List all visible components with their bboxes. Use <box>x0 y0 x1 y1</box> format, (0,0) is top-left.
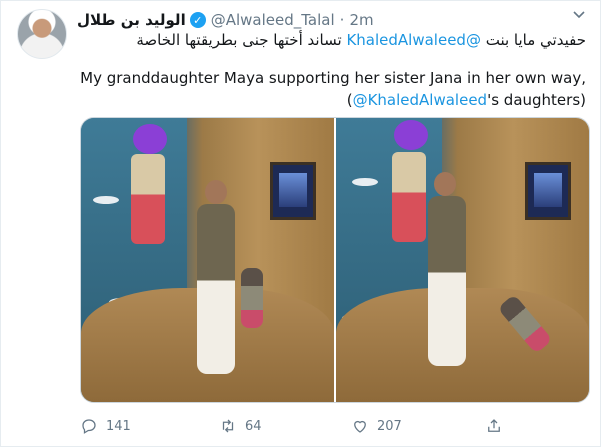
fish-shape <box>93 196 119 204</box>
english-text-rest: 's daughters) <box>487 91 586 109</box>
girl-figure <box>392 152 426 242</box>
man-head <box>434 172 456 196</box>
wall-screen <box>525 162 571 220</box>
man-head <box>205 180 227 204</box>
user-handle[interactable]: @Alwaleed_Talal <box>211 11 335 29</box>
girl-purple-hair <box>133 124 167 154</box>
fish-shape <box>352 178 378 186</box>
timestamp[interactable]: 2m <box>349 11 373 29</box>
tweet-text-english-line1: My granddaughter Maya supporting her sis… <box>80 69 586 87</box>
reply-count: 141 <box>106 418 131 434</box>
tweet-header: الوليد بن طلال ✓ @Alwaleed_Talal · 2m <box>77 10 374 30</box>
man-figure <box>197 204 235 374</box>
girl-figure <box>131 154 165 244</box>
child-figure <box>241 268 263 328</box>
retweet-icon <box>222 419 234 433</box>
tweet-text-arabic: حفيدتي مايا بنت @KhaledAlwaleed تساند أخ… <box>136 31 586 49</box>
retweet-button[interactable]: 64 <box>219 417 262 435</box>
display-name[interactable]: الوليد بن طلال <box>77 11 186 29</box>
tweet-card[interactable]: الوليد بن طلال ✓ @Alwaleed_Talal · 2m حف… <box>0 0 601 447</box>
share-icon <box>488 419 500 432</box>
tweet-text-english-line2: (@KhaledAlwaleed's daughters) <box>347 91 586 109</box>
reply-icon <box>82 419 96 434</box>
verified-badge-icon: ✓ <box>189 12 206 28</box>
photo-2[interactable] <box>336 118 589 402</box>
mention-link[interactable]: @KhaledAlwaleed <box>353 91 488 109</box>
separator-dot: · <box>339 11 345 29</box>
mention-link[interactable]: @KhaledAlwaleed <box>346 31 481 49</box>
heart-icon <box>354 420 366 433</box>
retweet-count: 64 <box>245 418 262 434</box>
avatar[interactable] <box>17 9 67 59</box>
share-button[interactable] <box>485 417 511 435</box>
like-count: 207 <box>377 418 402 434</box>
arabic-text-before: حفيدتي مايا بنت <box>480 31 586 49</box>
wall-screen <box>270 162 316 220</box>
girl-purple-hair <box>394 120 428 150</box>
chevron-down-icon[interactable] <box>572 9 586 24</box>
arabic-text-after: تساند أختها جنى بطريقتها الخاصة <box>136 31 347 49</box>
tweet-actions: 141 64 207 <box>80 417 588 437</box>
photo-1[interactable] <box>81 118 334 402</box>
like-button[interactable]: 207 <box>351 417 402 435</box>
reply-button[interactable]: 141 <box>80 417 131 435</box>
media-grid <box>80 117 590 403</box>
man-figure <box>428 196 466 366</box>
